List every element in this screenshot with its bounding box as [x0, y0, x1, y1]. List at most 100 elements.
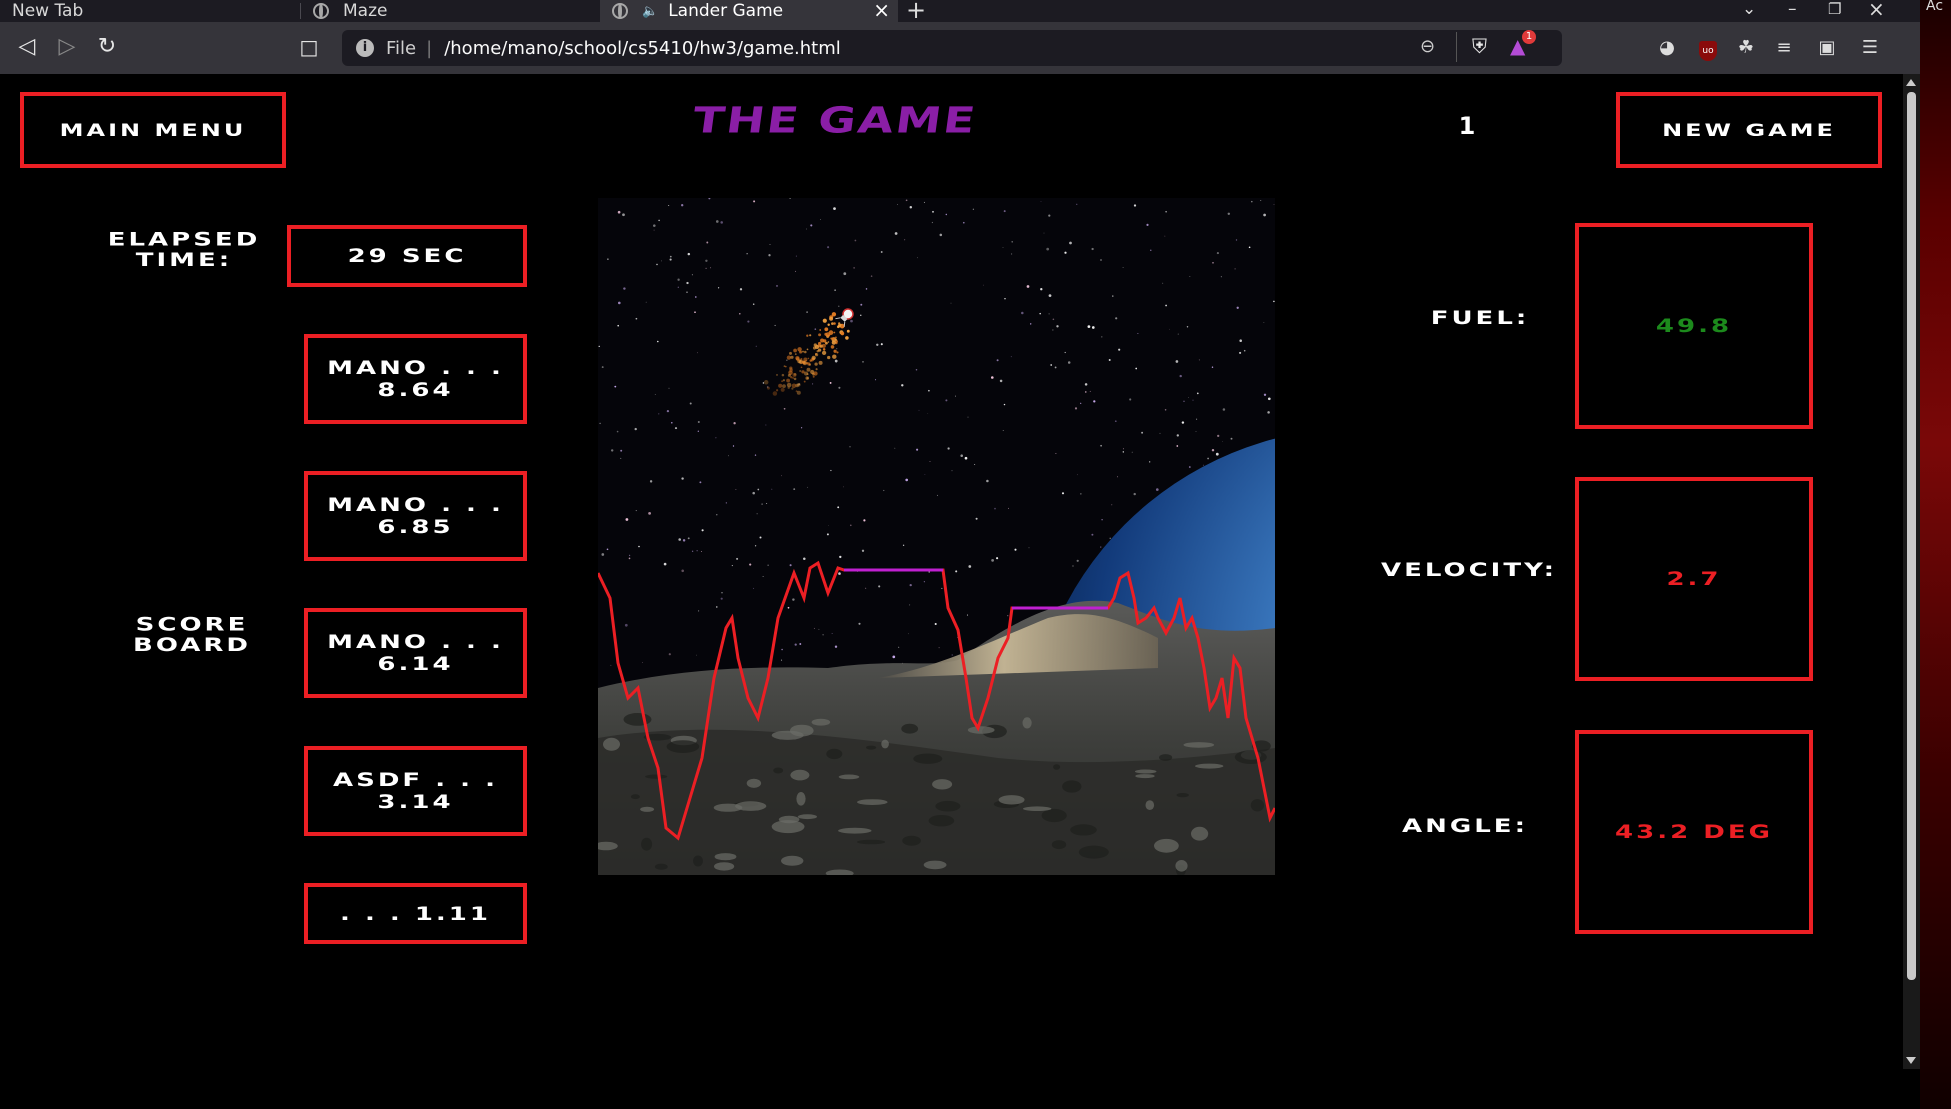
forward-icon[interactable]: ▷ [54, 34, 80, 60]
star [638, 545, 640, 548]
zoom-out-icon[interactable]: ⊖ [1420, 36, 1435, 57]
scroll-down-arrow[interactable] [1906, 1057, 1916, 1064]
thrust-particle [830, 345, 835, 349]
star [666, 409, 670, 413]
speaker-icon[interactable]: 🔈 [642, 4, 658, 19]
moon-rock [913, 753, 943, 764]
thrust-particle [763, 380, 769, 385]
thrust-particle [780, 387, 785, 392]
thrust-particle [825, 332, 831, 337]
star [870, 275, 873, 277]
thrust-particle [833, 331, 836, 334]
star [661, 260, 662, 262]
star [1040, 201, 1042, 202]
playlist-icon[interactable]: ≡ [1772, 36, 1796, 60]
moon-rock [1176, 793, 1189, 798]
star [1002, 247, 1004, 248]
moon-rock [1154, 838, 1179, 853]
star [682, 539, 686, 542]
site-info-icon[interactable]: i [356, 39, 374, 57]
star [1273, 300, 1275, 303]
star [854, 239, 857, 242]
star [754, 454, 757, 456]
star [1039, 312, 1041, 315]
brave-shield-icon[interactable]: ⛨ [1472, 34, 1487, 58]
url-text[interactable]: /home/mano/school/cs5410/hw3/game.html [444, 38, 841, 59]
close-window-icon[interactable]: × [1868, 0, 1885, 19]
star [705, 267, 707, 270]
new-game-button[interactable]: NEW GAME [1616, 92, 1882, 168]
vertical-scrollbar[interactable] [1903, 74, 1920, 1069]
star [746, 253, 748, 255]
star [669, 258, 672, 261]
fuel-value-box: 49.8 [1575, 223, 1813, 429]
star [1216, 252, 1219, 255]
star [1263, 322, 1265, 323]
thrust-particle [782, 384, 786, 389]
address-bar[interactable]: i File | /home/mano/school/cs5410/hw3/ga… [342, 30, 1562, 66]
star [1235, 239, 1238, 241]
star [1011, 253, 1013, 255]
rewards-badge: 1 [1522, 30, 1536, 44]
star [1080, 402, 1082, 404]
moon-rock [998, 795, 1025, 805]
thrust-particle [836, 351, 839, 354]
star [955, 570, 958, 573]
star [694, 296, 697, 298]
star [765, 424, 767, 426]
bookmark-icon[interactable]: □ [296, 34, 322, 60]
star [768, 254, 771, 257]
tab-list-chevron-icon[interactable]: ⌄ [1742, 0, 1756, 18]
angle-value: 43.2 DEG [1615, 821, 1773, 843]
star [691, 550, 694, 552]
thrust-particle [818, 360, 823, 365]
score-name: ASDF . . . [333, 769, 498, 791]
star [939, 233, 943, 237]
star [938, 647, 940, 649]
star [853, 267, 855, 269]
thrust-particle [782, 379, 786, 382]
wallet-icon[interactable]: ▣ [1815, 36, 1839, 60]
star [1243, 349, 1246, 352]
star [901, 384, 904, 387]
star [793, 488, 796, 490]
star [934, 622, 937, 626]
menu-hamburger-icon[interactable]: ☰ [1858, 36, 1882, 60]
moon-rock [866, 745, 877, 750]
star [909, 604, 911, 606]
ublock-icon[interactable]: uo [1696, 36, 1720, 61]
tab-new-tab[interactable]: New Tab [0, 0, 300, 22]
tab-lander-game[interactable]: 🔈 Lander Game × [600, 0, 898, 22]
star [1267, 397, 1271, 401]
scroll-up-arrow[interactable] [1906, 79, 1916, 86]
star [754, 545, 757, 547]
star [753, 200, 756, 203]
extensions-puzzle-icon[interactable]: ☘ [1734, 36, 1758, 60]
star [696, 654, 697, 656]
new-tab-plus-icon[interactable]: + [906, 0, 926, 22]
star [1202, 464, 1204, 466]
game-canvas[interactable] [594, 197, 1688, 1088]
tab-label: New Tab [12, 1, 84, 21]
thrust-particle [790, 376, 793, 379]
star [759, 536, 762, 539]
minimize-icon[interactable]: – [1788, 0, 1797, 18]
star [1028, 547, 1030, 549]
scroll-thumb[interactable] [1907, 92, 1916, 980]
star [813, 627, 815, 629]
reload-icon[interactable]: ↻ [94, 34, 120, 60]
extension-glasses-icon[interactable]: ◕ [1655, 36, 1679, 60]
star [1004, 297, 1006, 300]
back-icon[interactable]: ◁ [14, 34, 40, 60]
star [1087, 325, 1091, 328]
main-menu-button[interactable]: MAIN MENU [20, 92, 286, 168]
star [964, 456, 968, 460]
tab-maze[interactable]: Maze [301, 0, 597, 22]
star [1162, 282, 1164, 284]
star [927, 413, 929, 414]
star [617, 324, 619, 327]
close-tab-icon[interactable]: × [873, 0, 890, 20]
star [1129, 398, 1132, 401]
thrust-particle [789, 351, 792, 355]
restore-icon[interactable]: ❐ [1828, 0, 1841, 18]
